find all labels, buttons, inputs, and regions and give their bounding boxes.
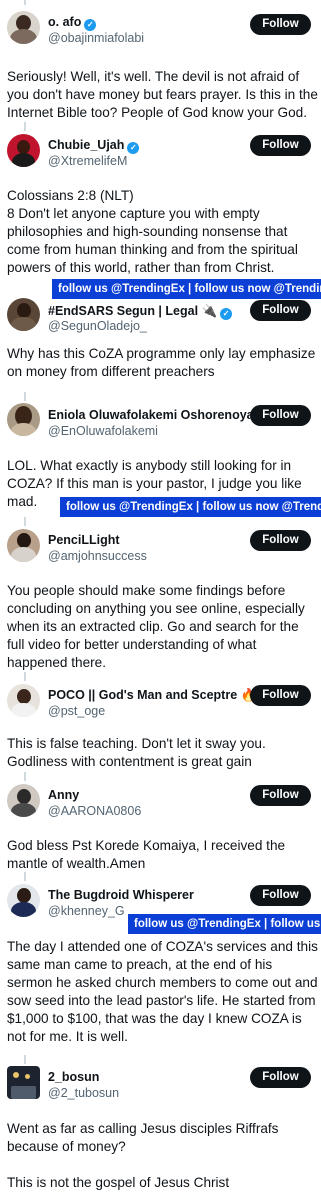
display-name[interactable]: 2_bosun: [48, 1070, 99, 1084]
author-handle[interactable]: @amjohnsuccess: [48, 549, 147, 564]
author-handle[interactable]: @SegunOladejo_: [48, 319, 147, 334]
post-text: Went as far as calling Jesus disciples R…: [7, 1121, 279, 1190]
author-name[interactable]: POCO || God's Man and Sceptre 🔥✓: [48, 688, 272, 704]
thread-line: [24, 122, 26, 131]
author-handle[interactable]: @obajinmiafolabi: [48, 31, 144, 46]
display-name[interactable]: POCO || God's Man and Sceptre 🔥: [48, 688, 256, 702]
author-name[interactable]: #EndSARS Segun | Legal 🔌 ✓: [48, 304, 233, 320]
author-name[interactable]: Eniola Oluwafolakemi Oshorenoya: [48, 408, 254, 423]
thread-line: [24, 392, 26, 401]
post-text: The day I attended one of COZA's service…: [7, 939, 318, 1044]
follow-button[interactable]: Follow: [250, 685, 311, 706]
display-name[interactable]: The Bugdroid Whisperer: [48, 888, 194, 902]
avatar[interactable]: [7, 403, 40, 436]
watermark-banner: follow us @TrendingEx | follow us now @T…: [52, 279, 321, 299]
author-handle[interactable]: @khenney_G: [48, 904, 125, 919]
post-text: Seriously! Well, it's well. The devil is…: [7, 69, 318, 120]
thread-line: [24, 672, 26, 681]
display-name[interactable]: Chubie_Ujah: [48, 138, 124, 152]
follow-button[interactable]: Follow: [250, 135, 311, 156]
display-name[interactable]: o. afo: [48, 15, 81, 29]
thread-line: [24, 872, 26, 881]
author-name[interactable]: 2_bosun: [48, 1070, 99, 1085]
post-text: You people should make some findings bef…: [7, 583, 309, 670]
author-name[interactable]: PenciLLight: [48, 533, 120, 548]
watermark-banner: follow us @TrendingEx | follow us now @T…: [128, 914, 321, 934]
author-handle[interactable]: @XtremelifeM: [48, 154, 127, 169]
avatar[interactable]: [7, 684, 40, 717]
verified-badge-icon: ✓: [220, 308, 233, 320]
follow-button[interactable]: Follow: [250, 1067, 311, 1088]
avatar[interactable]: [7, 298, 40, 331]
avatar[interactable]: [7, 1066, 40, 1099]
avatar[interactable]: [7, 884, 40, 917]
author-name[interactable]: Anny: [48, 788, 79, 803]
avatar[interactable]: [7, 529, 40, 562]
author-handle[interactable]: @2_tubosun: [48, 1086, 119, 1101]
avatar[interactable]: [7, 784, 40, 817]
author-handle[interactable]: @AARONA0806: [48, 804, 141, 819]
post-text: Why has this CoZA programme only lay emp…: [7, 346, 320, 379]
verified-badge-icon: ✓: [84, 19, 97, 31]
thread-line: [24, 772, 26, 781]
avatar[interactable]: [7, 134, 40, 167]
follow-button[interactable]: Follow: [250, 405, 311, 426]
avatar[interactable]: [7, 11, 40, 44]
thread-line: [24, 517, 26, 526]
author-handle[interactable]: @pst_oge: [48, 704, 105, 719]
thread-line: [24, 0, 26, 5]
post-text: Colossians 2:8 (NLT) 8 Don't let anyone …: [7, 188, 298, 275]
display-name[interactable]: Eniola Oluwafolakemi Oshorenoya: [48, 408, 254, 422]
author-name[interactable]: The Bugdroid Whisperer: [48, 888, 194, 903]
watermark-banner: follow us @TrendingEx | follow us now @T…: [60, 497, 321, 517]
follow-button[interactable]: Follow: [250, 785, 311, 806]
follow-button[interactable]: Follow: [250, 300, 311, 321]
follow-button[interactable]: Follow: [250, 885, 311, 906]
post-text: God bless Pst Korede Komaiya, I received…: [7, 838, 289, 871]
author-name[interactable]: Chubie_Ujah ✓: [48, 138, 140, 154]
author-handle[interactable]: @EnOluwafolakemi: [48, 424, 158, 439]
post-text: This is false teaching. Don't let it swa…: [7, 736, 270, 769]
thread-line: [24, 1055, 26, 1064]
display-name[interactable]: Anny: [48, 788, 79, 802]
display-name[interactable]: PenciLLight: [48, 533, 120, 547]
follow-button[interactable]: Follow: [250, 14, 311, 35]
author-name[interactable]: o. afo ✓: [48, 15, 97, 31]
display-name[interactable]: #EndSARS Segun | Legal 🔌: [48, 304, 217, 318]
verified-badge-icon: ✓: [127, 142, 140, 154]
follow-button[interactable]: Follow: [250, 530, 311, 551]
